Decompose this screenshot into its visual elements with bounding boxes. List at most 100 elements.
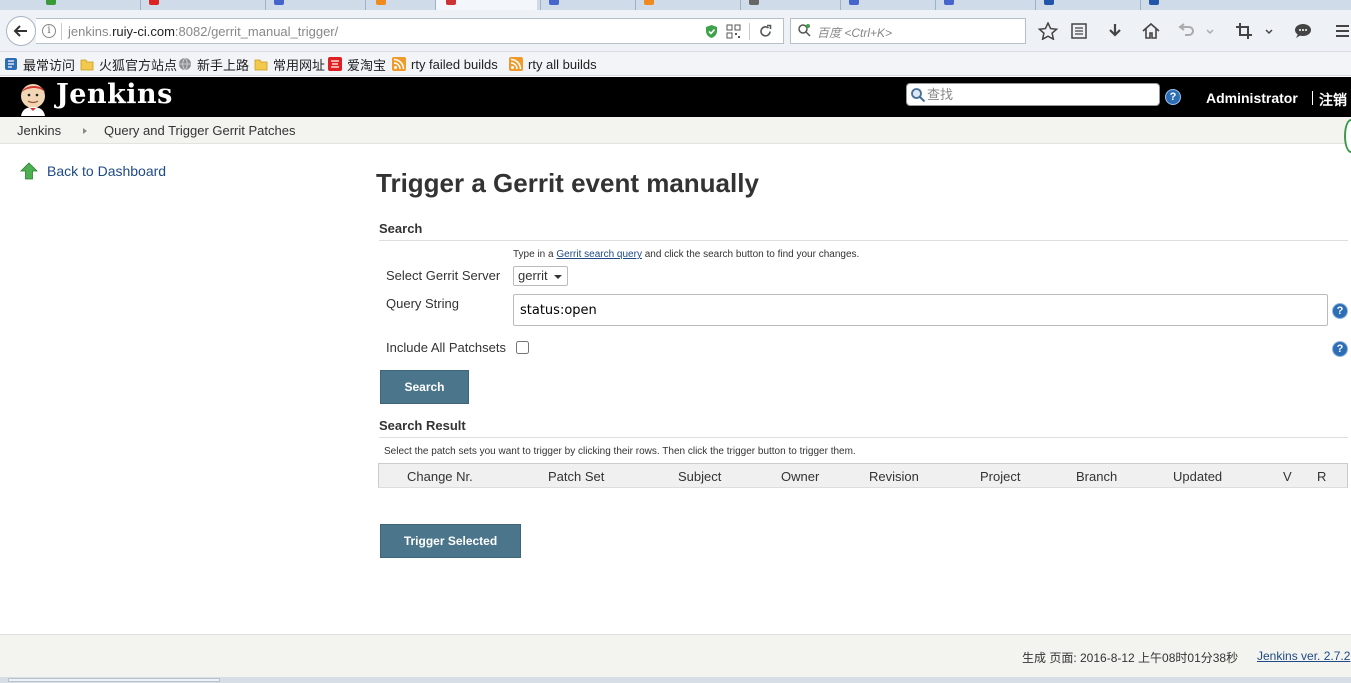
logout-link[interactable]: 注销: [1319, 90, 1347, 110]
bookmarks-toolbar: 最常访问 火狐官方站点 新手上路 常用网址 爱淘宝 rty failed bui…: [0, 52, 1351, 76]
folder-icon: [254, 59, 268, 71]
tab-favicon-icon: [376, 0, 386, 5]
help-icon[interactable]: ?: [1332, 341, 1348, 357]
browser-status-bar: [0, 677, 1351, 683]
undo-icon[interactable]: [1176, 22, 1196, 40]
query-label: Query String: [386, 296, 459, 311]
home-icon[interactable]: [1141, 22, 1161, 40]
column-header-verified[interactable]: V: [1283, 469, 1292, 484]
browser-back-button[interactable]: [6, 16, 36, 46]
browser-nav-bar: i jenkins.ruiy-ci.com:8082/gerrit_manual…: [0, 10, 1351, 52]
column-header-review[interactable]: R: [1317, 469, 1326, 484]
jenkins-search-box[interactable]: [906, 83, 1160, 106]
browser-search-placeholder: 百度 <Ctrl+K>: [817, 26, 893, 40]
include-all-patchsets-checkbox[interactable]: [516, 341, 529, 354]
breadcrumb-arrow-icon: [83, 128, 87, 134]
column-header-project[interactable]: Project: [980, 469, 1020, 484]
browser-search-box[interactable]: 百度 <Ctrl+K>: [790, 18, 1026, 44]
jenkins-version-link[interactable]: Jenkins ver. 2.7.2: [1257, 649, 1350, 663]
url-bar[interactable]: i jenkins.ruiy-ci.com:8082/gerrit_manual…: [36, 18, 784, 44]
browser-tab[interactable]: [1140, 0, 1351, 10]
bookmark-item[interactable]: 爱淘宝: [328, 55, 386, 73]
patchsets-label: Include All Patchsets: [386, 340, 506, 355]
browser-tab[interactable]: [1035, 0, 1140, 10]
search-button[interactable]: Search: [380, 370, 469, 404]
gerrit-search-query-link[interactable]: Gerrit search query: [556, 249, 642, 260]
download-icon[interactable]: [1105, 22, 1125, 40]
url-separator: [749, 23, 750, 40]
breadcrumb-item-query-trigger[interactable]: Query and Trigger Gerrit Patches: [104, 123, 295, 138]
help-icon[interactable]: ?: [1332, 303, 1348, 319]
browser-tab[interactable]: [935, 0, 1035, 10]
page-footer: 生成 页面: 2016-8-12 上午08时01分38秒 Jenkins ver…: [0, 634, 1351, 683]
gerrit-server-select[interactable]: gerrit: [513, 266, 568, 286]
query-string-input[interactable]: [513, 294, 1328, 326]
page-generated-timestamp: 生成 页面: 2016-8-12 上午08时01分38秒: [1022, 651, 1239, 665]
reading-list-icon[interactable]: [1069, 22, 1089, 40]
bookmark-item[interactable]: rty failed builds: [392, 55, 498, 73]
search-section-header: Search: [379, 221, 1348, 241]
column-header-subject[interactable]: Subject: [678, 469, 721, 484]
chevron-down-icon[interactable]: [1205, 22, 1215, 40]
browser-tab[interactable]: [540, 0, 635, 10]
search-engine-icon[interactable]: [797, 23, 811, 37]
column-header-updated[interactable]: Updated: [1173, 469, 1222, 484]
hamburger-menu-icon[interactable]: [1333, 22, 1351, 40]
bookmark-item[interactable]: 新手上路: [178, 55, 249, 73]
url-text[interactable]: jenkins.ruiy-ci.com:8082/gerrit_manual_t…: [68, 24, 338, 39]
trigger-selected-button[interactable]: Trigger Selected: [380, 524, 521, 558]
jenkins-search-input[interactable]: [927, 86, 1155, 104]
bookmark-item[interactable]: 最常访问: [4, 55, 75, 73]
back-to-dashboard-link[interactable]: Back to Dashboard: [20, 162, 166, 180]
search-icon: [911, 88, 926, 103]
star-bookmark-icon[interactable]: [1038, 22, 1058, 40]
chevron-down-icon[interactable]: [1264, 22, 1274, 40]
qr-code-icon[interactable]: [726, 24, 741, 39]
globe-icon: [179, 57, 191, 71]
taobao-icon: [328, 57, 342, 71]
column-header-change-nr[interactable]: Change Nr.: [407, 469, 473, 484]
browser-tab[interactable]: [840, 0, 935, 10]
chat-bubble-icon[interactable]: [1293, 22, 1313, 40]
chevron-down-icon: [554, 275, 562, 279]
side-widget-handle[interactable]: [1344, 119, 1351, 153]
search-result-header: Search Result: [379, 418, 1348, 438]
jenkins-header: Jenkins ? Administrator 注销: [0, 77, 1351, 117]
rss-icon: [509, 57, 523, 71]
column-header-owner[interactable]: Owner: [781, 469, 819, 484]
breadcrumb-item-jenkins[interactable]: Jenkins: [17, 123, 61, 138]
column-header-patch-set[interactable]: Patch Set: [548, 469, 604, 484]
header-separator: [1312, 91, 1313, 105]
tab-favicon-icon: [644, 0, 654, 5]
crop-icon[interactable]: [1235, 22, 1255, 40]
browser-tab-strip: [0, 0, 1351, 10]
url-separator: [61, 23, 62, 40]
rss-icon: [392, 57, 406, 71]
tab-favicon-icon: [849, 0, 859, 5]
browser-tab[interactable]: [140, 0, 235, 10]
current-user-link[interactable]: Administrator: [1206, 90, 1298, 106]
column-header-branch[interactable]: Branch: [1076, 469, 1117, 484]
bookmark-item[interactable]: 火狐官方站点: [80, 55, 177, 73]
column-header-revision[interactable]: Revision: [869, 469, 919, 484]
tab-favicon-icon: [749, 0, 759, 5]
bookmarks-icon: [5, 58, 17, 70]
browser-tab[interactable]: [740, 0, 840, 10]
browser-tab-active[interactable]: [435, 0, 537, 10]
bookmark-item[interactable]: 常用网址: [254, 55, 325, 73]
tab-favicon-icon: [1044, 0, 1054, 5]
browser-tab[interactable]: [0, 0, 115, 10]
browser-tab[interactable]: [365, 0, 435, 10]
jenkins-butler-logo-icon[interactable]: [16, 80, 52, 116]
reload-icon[interactable]: [758, 24, 773, 39]
help-icon[interactable]: ?: [1165, 89, 1181, 105]
shield-check-icon[interactable]: [704, 24, 719, 39]
bookmark-item[interactable]: rty all builds: [509, 55, 597, 73]
site-info-icon[interactable]: i: [42, 24, 56, 38]
status-bar-segment: [8, 678, 220, 682]
folder-icon: [80, 59, 94, 71]
browser-tab[interactable]: [635, 0, 740, 10]
tab-favicon-icon: [274, 0, 284, 5]
jenkins-brand-title[interactable]: Jenkins: [56, 79, 173, 110]
browser-tab[interactable]: [265, 0, 355, 10]
